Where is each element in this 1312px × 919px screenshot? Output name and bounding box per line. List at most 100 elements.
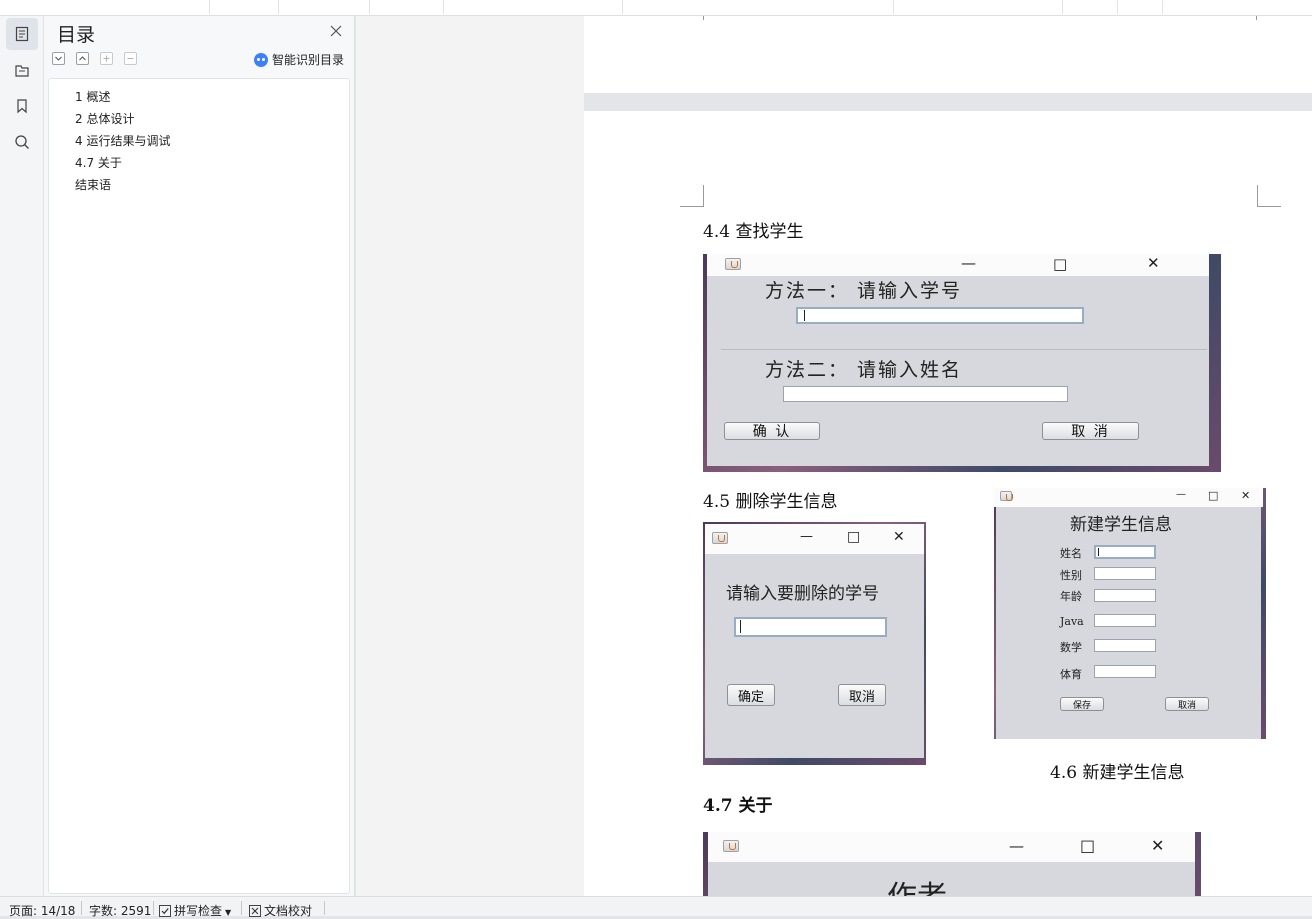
delete-student-screenshot: — □ ✕ 请输入要删除的学号 确定 取消: [703, 522, 926, 765]
ribbon-divider: [1117, 0, 1118, 14]
method2-label: 方法二： 请输入姓名: [765, 359, 963, 381]
ai-assistant-icon: [254, 52, 268, 67]
save-button: 保存: [1060, 697, 1104, 711]
gender-input: [1094, 567, 1156, 580]
cancel-button: 取消: [1165, 697, 1209, 711]
text-caret: [804, 310, 805, 321]
plus-icon: [103, 55, 110, 62]
previous-page[interactable]: [584, 16, 1312, 93]
toc-rail-button[interactable]: [6, 18, 38, 50]
add-heading-button[interactable]: [100, 52, 113, 65]
student-name-field: [783, 386, 1068, 402]
margin-marker: [680, 185, 704, 207]
doc-proofread-button[interactable]: 文档校对: [249, 902, 312, 919]
confirm-button: 确 认: [724, 422, 820, 440]
minimize-icon: —: [800, 529, 813, 544]
minimize-icon: —: [1176, 489, 1186, 500]
field-label-gender: 性别: [1060, 569, 1082, 582]
toc-item[interactable]: 4 运行结果与调试: [75, 132, 170, 149]
name-input: [1094, 545, 1156, 559]
chevron-up-icon: [79, 56, 86, 61]
bookmark-rail-button[interactable]: [6, 90, 38, 122]
field-label-pe: 体育: [1060, 668, 1082, 681]
expand-all-button[interactable]: [76, 52, 89, 65]
collapse-all-button[interactable]: [52, 52, 65, 65]
margin-marker: [703, 16, 704, 20]
navigation-rail: [0, 16, 44, 896]
ribbon-divider: [209, 0, 210, 14]
window-titlebar: [707, 254, 1209, 276]
checkmark-icon: [159, 905, 171, 917]
page-indicator[interactable]: 页面: 14/18: [9, 902, 75, 919]
status-divider: [324, 901, 325, 915]
java-app-icon: [1000, 491, 1013, 501]
java-app-icon: [712, 532, 728, 544]
delete-prompt: 请输入要删除的学号: [726, 584, 879, 604]
cancel-button: 取消: [838, 684, 886, 706]
window-titlebar: [705, 524, 924, 554]
new-student-title: 新建学生信息: [1070, 515, 1172, 535]
method1-label: 方法一： 请输入学号: [765, 280, 963, 302]
toc-item[interactable]: 4.7 关于: [75, 154, 122, 171]
field-label-age: 年龄: [1060, 590, 1082, 603]
toc-panel: 目录 智能识别目录 1 概述 2 总体设计 4 运行结果与调试 4.7 关于 结…: [44, 16, 355, 896]
close-icon: ✕: [1241, 489, 1251, 502]
close-icon[interactable]: [329, 24, 343, 38]
ribbon-strip: [0, 0, 1312, 16]
margin-marker: [1257, 185, 1281, 207]
author-label: 作者: [887, 872, 947, 896]
remove-heading-button[interactable]: [124, 52, 137, 65]
toc-item[interactable]: 1 概述: [75, 88, 110, 105]
ribbon-divider: [369, 0, 370, 14]
smart-toc-label: 智能识别目录: [272, 53, 345, 67]
minus-icon: [127, 58, 134, 59]
proofread-icon: [249, 905, 261, 917]
toc-list: 1 概述 2 总体设计 4 运行结果与调试 4.7 关于 结束语: [48, 78, 350, 894]
toc-item[interactable]: 2 总体设计: [75, 110, 134, 127]
text-caret: [1098, 548, 1099, 556]
bookmark-icon: [17, 99, 27, 114]
separator: [721, 349, 1207, 350]
status-divider: [241, 901, 242, 915]
toc-item[interactable]: 结束语: [75, 176, 111, 193]
close-icon: ✕: [893, 529, 905, 545]
status-divider: [153, 901, 154, 915]
ribbon-divider: [893, 0, 894, 14]
chevron-down-icon: [55, 56, 62, 61]
minimize-icon: —: [1009, 837, 1024, 855]
ribbon-divider: [278, 0, 279, 14]
java-app-icon: [725, 258, 741, 270]
folder-tree-icon: [15, 65, 29, 77]
maximize-icon: □: [1080, 836, 1096, 855]
math-input: [1094, 639, 1156, 652]
ribbon-divider: [622, 0, 623, 14]
smart-toc-button[interactable]: 智能识别目录: [254, 51, 344, 68]
maximize-icon: □: [847, 529, 861, 545]
field-label-java: Java: [1060, 615, 1084, 628]
search-icon: [15, 135, 29, 149]
dialog-body: [708, 862, 1195, 896]
close-icon: ✕: [1147, 254, 1160, 272]
ribbon-divider: [1162, 0, 1163, 14]
cancel-button: 取 消: [1042, 422, 1139, 440]
maximize-icon: □: [1208, 489, 1219, 502]
status-bar: 页面: 14/18 字数: 2591 拼写检查 ▼ 文档校对: [0, 896, 1312, 919]
find-student-screenshot: — □ ✕ 方法一： 请输入学号 方法二： 请输入姓名 确 认 取 消: [703, 254, 1221, 472]
search-rail-button[interactable]: [6, 126, 38, 158]
pe-input: [1094, 665, 1156, 678]
status-divider: [81, 901, 82, 915]
student-id-field: [796, 307, 1084, 324]
window-titlebar: [708, 832, 1195, 862]
word-count[interactable]: 字数: 2591: [89, 902, 151, 919]
text-caret: [740, 620, 741, 633]
maximize-icon: □: [1053, 255, 1068, 273]
heading-4-7: 4.7 关于: [703, 796, 773, 816]
toc-icon: [15, 26, 29, 42]
about-screenshot: — □ ✕ 作者: [703, 832, 1201, 896]
workspace-margin: [356, 16, 584, 896]
toc-title: 目录: [57, 24, 96, 46]
navigation-pane-button[interactable]: [6, 54, 38, 86]
minimize-icon: —: [961, 254, 976, 272]
caption-4-6: 4.6 新建学生信息: [1050, 763, 1185, 783]
spell-check-toggle[interactable]: 拼写检查 ▼: [159, 902, 231, 919]
